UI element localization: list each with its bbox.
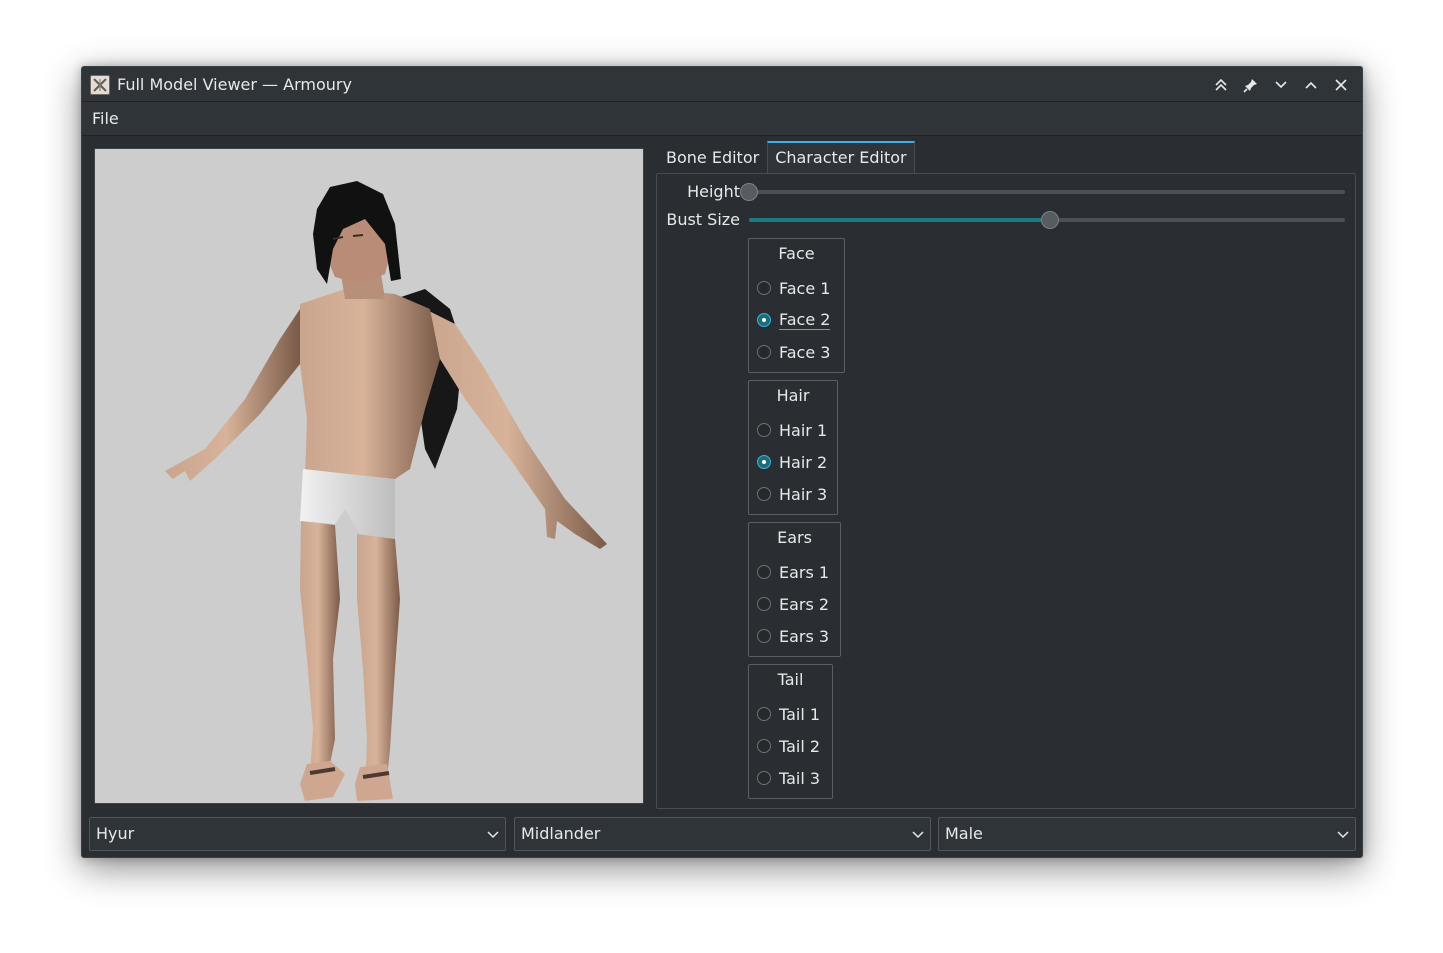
height-slider-label: Height [687, 182, 740, 201]
tab-character-editor[interactable]: Character Editor [767, 141, 915, 173]
pin-button[interactable] [1236, 73, 1266, 97]
chevron-down-icon [1337, 830, 1349, 840]
tail-2-label: Tail 2 [779, 736, 821, 756]
face-option-3[interactable]: Face 3 [757, 341, 830, 363]
bust-size-slider[interactable] [749, 211, 1345, 229]
face-group: Face Face 1 Face 2 Face 3 [748, 238, 845, 373]
ears-1-radio[interactable] [757, 565, 771, 579]
race-combo[interactable]: Hyur [89, 817, 506, 851]
face-3-radio[interactable] [757, 345, 771, 359]
bust-size-slider-handle[interactable] [1041, 211, 1059, 229]
menu-file[interactable]: File [92, 109, 119, 128]
editor-tabs: Bone Editor Character Editor [658, 141, 915, 173]
chevron-down-icon [487, 830, 499, 840]
close-icon [1335, 79, 1347, 91]
face-3-label: Face 3 [779, 342, 831, 362]
ears-1-label: Ears 1 [779, 562, 830, 582]
ears-3-radio[interactable] [757, 629, 771, 643]
subrace-combo-value: Midlander [521, 824, 601, 843]
face-1-radio[interactable] [757, 281, 771, 295]
face-option-2[interactable]: Face 2 [757, 309, 831, 331]
hair-1-radio[interactable] [757, 423, 771, 437]
face-option-1[interactable]: Face 1 [757, 277, 830, 299]
tail-option-2[interactable]: Tail 2 [757, 735, 820, 757]
window-title: Full Model Viewer — Armoury [117, 75, 352, 94]
subrace-combo[interactable]: Midlander [514, 817, 931, 851]
height-slider[interactable] [740, 183, 1345, 201]
close-button[interactable] [1326, 73, 1356, 97]
model-viewport[interactable] [94, 148, 644, 804]
hair-2-radio[interactable] [757, 455, 771, 469]
hair-3-radio[interactable] [757, 487, 771, 501]
tail-option-3[interactable]: Tail 3 [757, 767, 820, 789]
maximize-button[interactable] [1296, 73, 1326, 97]
ears-group-title: Ears [777, 528, 812, 547]
tail-group: Tail Tail 1 Tail 2 Tail 3 [748, 664, 833, 799]
app-icon [90, 75, 110, 95]
gender-combo[interactable]: Male [938, 817, 1356, 851]
ears-2-radio[interactable] [757, 597, 771, 611]
tail-option-1[interactable]: Tail 1 [757, 703, 820, 725]
hair-3-label: Hair 3 [779, 484, 828, 504]
ears-2-label: Ears 2 [779, 594, 830, 614]
tab-bone-editor[interactable]: Bone Editor [658, 141, 767, 173]
tail-3-label: Tail 3 [779, 768, 821, 788]
tail-group-title: Tail [777, 670, 804, 689]
ears-group: Ears Ears 1 Ears 2 Ears 3 [748, 522, 841, 657]
model-viewer-window: Full Model Viewer — Armoury File Bone Ed… [81, 66, 1363, 858]
minimize-button[interactable] [1266, 73, 1296, 97]
tail-1-radio[interactable] [757, 707, 771, 721]
face-group-title: Face [778, 244, 815, 263]
tail-1-label: Tail 1 [779, 704, 821, 724]
race-combo-value: Hyur [96, 824, 135, 843]
hair-2-label: Hair 2 [779, 452, 828, 472]
title-bar[interactable]: Full Model Viewer — Armoury [82, 67, 1362, 102]
gender-combo-value: Male [945, 824, 983, 843]
chevron-down-icon [1275, 81, 1287, 89]
tail-3-radio[interactable] [757, 771, 771, 785]
face-2-radio[interactable] [757, 313, 771, 327]
hair-option-1[interactable]: Hair 1 [757, 419, 827, 441]
chevron-down-icon [912, 830, 924, 840]
face-2-label: Face 2 [779, 310, 831, 330]
menu-bar: File [82, 102, 1362, 136]
ears-option-3[interactable]: Ears 3 [757, 625, 829, 647]
face-1-label: Face 1 [779, 278, 831, 298]
pin-icon [1243, 79, 1257, 93]
bust-size-slider-fill [749, 218, 1050, 222]
height-slider-handle[interactable] [740, 183, 758, 201]
tail-2-radio[interactable] [757, 739, 771, 753]
hair-1-label: Hair 1 [779, 420, 828, 440]
hair-group: Hair Hair 1 Hair 2 Hair 3 [748, 380, 838, 515]
bust-size-label: Bust Size [666, 210, 740, 229]
ears-3-label: Ears 3 [779, 626, 830, 646]
hair-group-title: Hair [776, 386, 810, 405]
hair-option-2[interactable]: Hair 2 [757, 451, 827, 473]
double-chevron-up-icon [1215, 78, 1227, 91]
keep-above-button[interactable] [1206, 73, 1236, 97]
chevron-up-icon [1305, 81, 1317, 89]
ears-option-1[interactable]: Ears 1 [757, 561, 829, 583]
hair-option-3[interactable]: Hair 3 [757, 483, 827, 505]
ears-option-2[interactable]: Ears 2 [757, 593, 829, 615]
character-editor-panel: Height Bust Size Face Face 1 Face 2 Face… [656, 173, 1356, 809]
character-model [165, 181, 607, 801]
